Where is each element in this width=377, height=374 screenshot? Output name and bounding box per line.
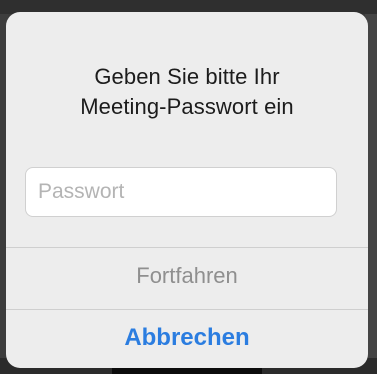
cancel-button[interactable]: Abbrechen [6,310,368,366]
dialog-title-line-2: Meeting-Passwort ein [80,94,294,119]
password-alert-dialog: Geben Sie bitte Ihr Meeting-Passwort ein… [6,12,368,368]
dialog-title: Geben Sie bitte Ihr Meeting-Passwort ein [6,62,368,122]
password-input[interactable] [25,167,337,217]
dialog-title-line-1: Geben Sie bitte Ihr [94,64,280,89]
continue-button[interactable]: Fortfahren [6,248,368,304]
